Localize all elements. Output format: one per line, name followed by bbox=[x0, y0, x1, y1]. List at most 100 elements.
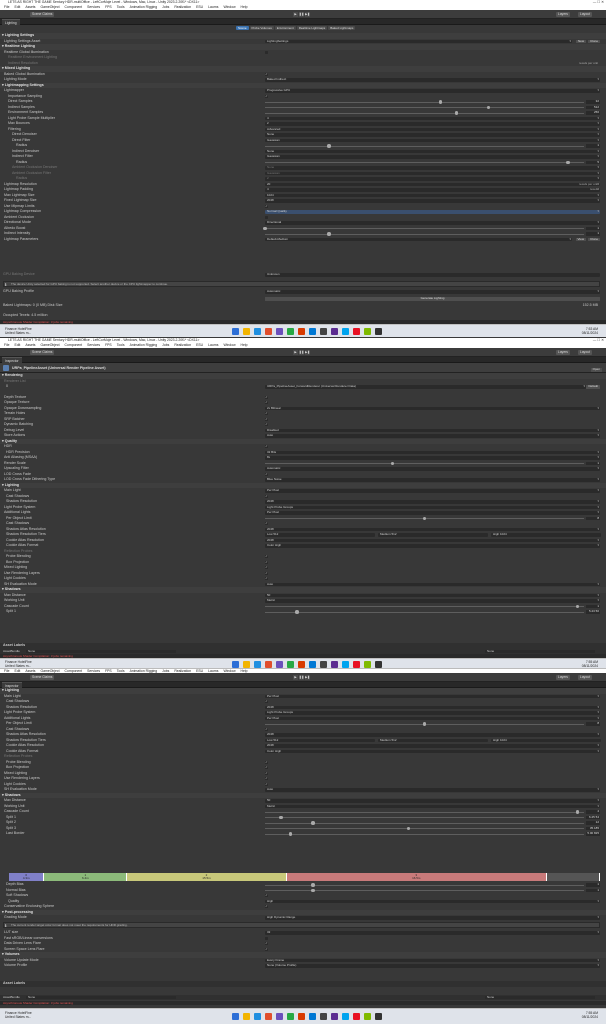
subtab-probe-volumes[interactable]: Probe Volumes bbox=[249, 26, 274, 30]
asset-labels-3[interactable]: Asset Labels bbox=[3, 981, 25, 987]
subtab-realtime-lightmaps[interactable]: Realtime Lightmaps bbox=[296, 26, 328, 30]
taskbar-app-icon[interactable] bbox=[364, 660, 371, 668]
slider-value-radius[interactable]: 1 bbox=[586, 143, 600, 148]
slider-split-2[interactable] bbox=[265, 821, 584, 825]
cascade-segment-3[interactable]: 3 16.5m bbox=[286, 873, 547, 881]
slider-value-radius[interactable]: 5 bbox=[586, 160, 600, 164]
field-cookie-atlas-resolution[interactable]: 2048 bbox=[265, 744, 600, 748]
pause-button[interactable]: ❚❚ bbox=[299, 12, 304, 17]
checkbox-cast-shadows[interactable]: ✓ bbox=[265, 727, 268, 731]
checkbox-dynamic-batching[interactable]: ✓ bbox=[265, 423, 268, 427]
field-opaque-downsampling[interactable]: 2x Bilinear bbox=[265, 406, 600, 410]
slider-value-depth-bias[interactable]: 1 bbox=[586, 882, 600, 887]
slider-cascade-count[interactable] bbox=[265, 810, 584, 814]
slider-knob[interactable] bbox=[311, 883, 315, 887]
taskbar-app-icon[interactable] bbox=[232, 1013, 239, 1020]
clone-button[interactable]: Clone bbox=[588, 39, 600, 43]
slider-last-border[interactable] bbox=[265, 832, 584, 836]
taskbar-app-icon[interactable] bbox=[265, 328, 272, 335]
pause-button-2[interactable]: ❚❚ bbox=[299, 350, 304, 355]
slider-normal-bias[interactable] bbox=[265, 888, 584, 893]
taskbar-weather[interactable]: Finance HotelFine United States m... bbox=[5, 327, 32, 335]
field-max-distance[interactable]: 50 bbox=[265, 799, 600, 803]
checkbox-box-projection[interactable]: ✓ bbox=[265, 766, 268, 770]
taskbar-app-icon[interactable] bbox=[342, 660, 349, 668]
slider-value-indirect-samples[interactable]: 512 bbox=[586, 105, 600, 109]
field-lightmap-compression[interactable]: Normal Quality bbox=[265, 210, 600, 214]
slider-knob[interactable] bbox=[422, 516, 427, 521]
field-working-unit[interactable]: Metric bbox=[265, 804, 600, 808]
slider-depth-bias[interactable] bbox=[265, 883, 584, 887]
taskbar-clock[interactable]: 7:53 AM 08/11/2024 bbox=[582, 327, 598, 335]
field-hdr-precision[interactable]: 32 Bits bbox=[265, 450, 600, 454]
field-light-probe-system[interactable]: Light Probe Groups bbox=[265, 505, 600, 509]
field-direct-denoiser[interactable]: None bbox=[265, 133, 600, 137]
assetbundle-name-dropdown[interactable]: None bbox=[26, 650, 176, 653]
field-store-actions[interactable]: Auto bbox=[265, 434, 600, 438]
slider-knob[interactable] bbox=[295, 610, 299, 614]
slider-value-direct-samples[interactable]: 32 bbox=[586, 99, 600, 104]
slider-knob[interactable] bbox=[263, 226, 267, 231]
slider-knob[interactable] bbox=[486, 105, 491, 110]
account-button[interactable]: Scene Claims bbox=[30, 12, 55, 17]
field-filtering[interactable]: Advanced bbox=[265, 127, 600, 131]
field-indirect-denoiser[interactable]: None bbox=[265, 149, 600, 153]
checkbox-cast-shadows[interactable]: ✓ bbox=[265, 494, 268, 498]
window-controls-2[interactable]: — ☐ ✕ bbox=[593, 338, 604, 343]
tier-field-high-1024[interactable]: High 1024 bbox=[491, 738, 601, 742]
step-button-2[interactable]: ▶❚ bbox=[305, 350, 310, 355]
taskbar-app-icon[interactable] bbox=[320, 1013, 327, 1020]
field-lightmapper[interactable]: Progressive GPU bbox=[265, 89, 600, 93]
slider-knob[interactable] bbox=[327, 232, 331, 236]
field-lut-size[interactable]: 32 bbox=[265, 931, 600, 935]
checkbox-realtime-global-illumination[interactable] bbox=[265, 50, 268, 54]
taskbar-app-icon[interactable] bbox=[331, 328, 338, 335]
taskbar-app-icon[interactable] bbox=[320, 328, 327, 335]
window-controls[interactable]: — ☐ ✕ bbox=[593, 0, 604, 5]
layout-dropdown[interactable]: Layout bbox=[578, 12, 592, 17]
field-additional-lights[interactable]: Per Pixel bbox=[265, 511, 600, 515]
tier-field-medium-512[interactable]: Medium 512 bbox=[378, 533, 488, 537]
slider-knob[interactable] bbox=[279, 815, 283, 820]
checkbox-fast-srgb-linear-conversions[interactable] bbox=[265, 936, 268, 940]
slider-value-per-object-limit[interactable]: 8 bbox=[586, 516, 600, 520]
checkbox-data-driven-lens-flare[interactable]: ✓ bbox=[265, 942, 268, 946]
field-main-light[interactable]: Per Pixel bbox=[265, 489, 600, 493]
tier-field-medium-512[interactable]: Medium 512 bbox=[378, 738, 488, 742]
slider-indirect-samples[interactable] bbox=[265, 105, 584, 110]
cascade-segment-1[interactable]: 1 6.4m bbox=[44, 873, 128, 881]
field-fixed-lightmap-size[interactable]: 2048 bbox=[265, 199, 600, 203]
taskbar-app-icon[interactable] bbox=[364, 328, 371, 335]
subtab-scene[interactable]: Scene bbox=[236, 26, 249, 30]
checkbox-hdr[interactable]: ✓ bbox=[265, 445, 268, 449]
slider-value-indirect-intensity[interactable]: 1 bbox=[586, 231, 600, 236]
slider-value-split-3[interactable]: 35.185 bbox=[586, 826, 600, 830]
taskbar-app-icon[interactable] bbox=[243, 660, 250, 668]
field-shadow-atlas-resolution[interactable]: 2048 bbox=[265, 527, 600, 531]
field-upscaling-filter[interactable]: Automatic bbox=[265, 467, 600, 471]
step-button-3[interactable]: ▶❚ bbox=[305, 675, 310, 680]
gpu-device-field[interactable]: Unknown bbox=[265, 273, 600, 277]
taskbar-app-icon[interactable] bbox=[265, 1013, 272, 1020]
slider-knob[interactable] bbox=[422, 722, 427, 726]
taskbar-app-icon[interactable] bbox=[331, 1013, 338, 1020]
shadow-cascade-bar[interactable]: 0 4.3m 1 6.4m 2 15.5m 3 16.5m bbox=[9, 873, 600, 881]
play-button-3[interactable]: ▶ bbox=[293, 675, 298, 680]
assetbundle-name-dropdown-3[interactable]: None bbox=[26, 996, 176, 999]
taskbar-app-icon[interactable] bbox=[342, 328, 349, 335]
checkbox-use-rendering-layers[interactable]: ✓ bbox=[265, 571, 268, 575]
slider-indirect-intensity[interactable] bbox=[265, 232, 584, 236]
taskbar-app-icon[interactable] bbox=[287, 328, 294, 335]
slider-value-normal-bias[interactable]: 1 bbox=[586, 888, 600, 892]
field-grading-mode[interactable]: High Dynamic Range bbox=[265, 916, 600, 920]
slider-direct-samples[interactable] bbox=[265, 100, 584, 104]
checkbox-cast-shadows[interactable]: ✓ bbox=[265, 700, 268, 704]
clone-button[interactable]: Clone bbox=[588, 237, 600, 241]
field-cookie-atlas-resolution[interactable]: 2048 bbox=[265, 538, 600, 542]
slider-cascade-count[interactable] bbox=[265, 604, 584, 609]
taskbar-app-icon[interactable] bbox=[265, 660, 272, 668]
cascade-segment-0[interactable]: 0 4.3m bbox=[9, 873, 45, 881]
checkbox-cast-shadows[interactable]: ✓ bbox=[265, 522, 268, 526]
slider-knob[interactable] bbox=[390, 461, 395, 466]
slider-knob[interactable] bbox=[311, 888, 315, 893]
